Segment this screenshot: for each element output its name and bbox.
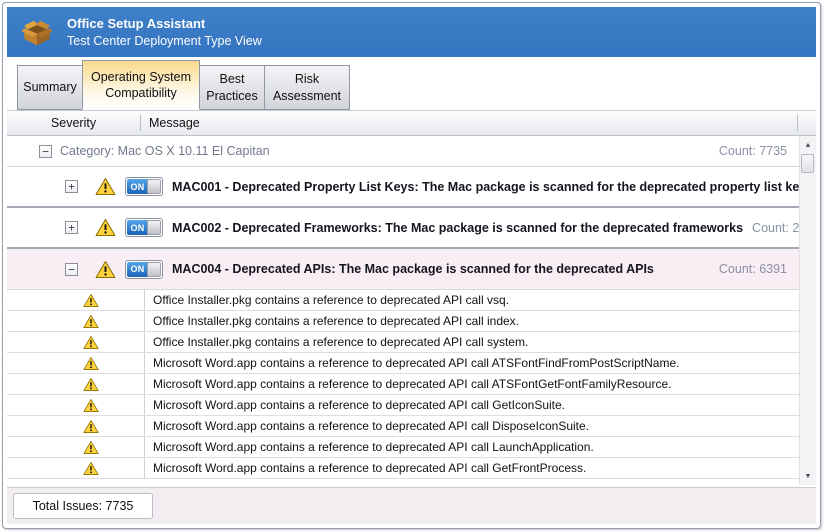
status-bar: Total Issues: 7735 — [7, 487, 816, 524]
warning-triangle-icon — [83, 377, 99, 392]
rule-count: Count: 22 — [752, 221, 799, 235]
collapse-icon[interactable]: − — [39, 145, 52, 158]
column-header-severity[interactable]: Severity — [7, 116, 140, 130]
tab-summary[interactable]: Summary — [17, 65, 83, 110]
warning-triangle-icon — [83, 440, 99, 455]
rule-on-off-toggle[interactable]: ON — [125, 218, 163, 237]
total-issues-badge: Total Issues: 7735 — [13, 493, 153, 519]
issue-message: Microsoft Word.app contains a reference … — [153, 440, 594, 454]
issue-message: Microsoft Word.app contains a reference … — [153, 377, 671, 391]
tab-operating-system-compatibility[interactable]: Operating System Compatibility — [82, 60, 200, 110]
category-count: Count: 7735 — [719, 144, 799, 158]
issue-message: Microsoft Word.app contains a reference … — [153, 461, 586, 475]
rule-title: MAC004 - Deprecated APIs: The Mac packag… — [172, 262, 654, 276]
toggle-on-label: ON — [127, 220, 148, 235]
issue-message: Microsoft Word.app contains a reference … — [153, 398, 565, 412]
warning-triangle-icon — [83, 293, 99, 308]
issue-severity-cell — [7, 290, 144, 310]
toggle-knob[interactable] — [147, 220, 161, 235]
scroll-down-icon[interactable]: ▼ — [800, 468, 816, 484]
issue-row[interactable]: Microsoft Word.app contains a reference … — [7, 416, 799, 437]
issue-row[interactable]: Microsoft Word.app contains a reference … — [7, 437, 799, 458]
tab-best-practices[interactable]: Best Practices — [199, 65, 265, 110]
issue-message: Office Installer.pkg contains a referenc… — [153, 314, 519, 328]
issue-severity-cell — [7, 311, 144, 331]
expander-icon[interactable]: + — [65, 221, 78, 234]
toggle-knob[interactable] — [147, 179, 161, 194]
tab-label: Operating System Compatibility — [88, 69, 194, 102]
rule-title: MAC001 - Deprecated Property List Keys: … — [172, 180, 799, 194]
issue-row[interactable]: Office Installer.pkg contains a referenc… — [7, 290, 799, 311]
issue-row[interactable]: Microsoft Word.app contains a reference … — [7, 395, 799, 416]
rows: − Category: Mac OS X 10.11 El Capitan Co… — [7, 136, 799, 485]
issue-message-cell: Microsoft Word.app contains a reference … — [144, 395, 799, 415]
issue-severity-cell — [7, 374, 144, 394]
issue-severity-cell — [7, 332, 144, 352]
rule-row[interactable]: + ON MAC002 - Deprecated Frameworks: The… — [7, 208, 799, 249]
toggle-on-label: ON — [127, 179, 148, 194]
warning-triangle-icon — [83, 419, 99, 434]
issue-severity-cell — [7, 353, 144, 373]
rule-row[interactable]: + ON MAC001 - Deprecated Property List K… — [7, 167, 799, 208]
issue-row[interactable]: Microsoft Word.app contains a reference … — [7, 353, 799, 374]
tab-risk-assessment[interactable]: Risk Assessment — [264, 65, 350, 110]
warning-triangle-icon — [95, 218, 116, 237]
expander-icon[interactable]: + — [65, 180, 78, 193]
issue-message: Microsoft Word.app contains a reference … — [153, 419, 589, 433]
warning-triangle-icon — [83, 398, 99, 413]
open-package-box-icon — [19, 16, 55, 48]
issue-message: Office Installer.pkg contains a referenc… — [153, 293, 509, 307]
issue-severity-cell — [7, 458, 144, 478]
category-row[interactable]: − Category: Mac OS X 10.11 El Capitan Co… — [7, 136, 799, 167]
column-divider — [797, 115, 798, 131]
rule-count: Count: 6391 — [719, 262, 799, 276]
tab-label: Risk Assessment — [270, 71, 344, 104]
scrollbar-thumb[interactable] — [801, 154, 814, 173]
issue-message-cell: Microsoft Word.app contains a reference … — [144, 353, 799, 373]
warning-triangle-icon — [95, 260, 116, 279]
tab-label: Summary — [23, 79, 76, 95]
issue-message-cell: Microsoft Word.app contains a reference … — [144, 374, 799, 394]
issue-message: Office Installer.pkg contains a referenc… — [153, 335, 528, 349]
title-bar: Office Setup Assistant Test Center Deplo… — [7, 7, 816, 57]
issue-severity-cell — [7, 416, 144, 436]
issue-message-cell: Office Installer.pkg contains a referenc… — [144, 332, 799, 352]
issue-severity-cell — [7, 437, 144, 457]
app-window: Office Setup Assistant Test Center Deplo… — [2, 2, 821, 529]
tab-label: Best Practices — [205, 71, 259, 104]
warning-triangle-icon — [83, 461, 99, 476]
expander-icon[interactable]: − — [65, 263, 78, 276]
column-header-message[interactable]: Message — [141, 116, 797, 130]
warning-triangle-icon — [95, 177, 116, 196]
issue-message-cell: Office Installer.pkg contains a referenc… — [144, 311, 799, 331]
toggle-knob[interactable] — [147, 262, 161, 277]
column-header-row: Severity Message — [7, 110, 816, 136]
title-block: Office Setup Assistant Test Center Deplo… — [67, 16, 262, 48]
rule-on-off-toggle[interactable]: ON — [125, 177, 163, 196]
app-subtitle: Test Center Deployment Type View — [67, 34, 262, 48]
rule-row[interactable]: − ON MAC004 - Deprecated APIs: The Mac p… — [7, 249, 799, 290]
issue-severity-cell — [7, 395, 144, 415]
app-title: Office Setup Assistant — [67, 16, 262, 31]
issue-row[interactable]: Office Installer.pkg contains a referenc… — [7, 311, 799, 332]
issue-message-cell: Office Installer.pkg contains a referenc… — [144, 290, 799, 310]
issue-row[interactable]: Office Installer.pkg contains a referenc… — [7, 332, 799, 353]
rule-on-off-toggle[interactable]: ON — [125, 260, 163, 279]
category-label: Category: Mac OS X 10.11 El Capitan — [60, 144, 270, 158]
issue-message: Microsoft Word.app contains a reference … — [153, 356, 679, 370]
issue-row[interactable]: Microsoft Word.app contains a reference … — [7, 458, 799, 479]
tab-bar: Summary Operating System Compatibility B… — [7, 57, 816, 110]
issue-message-cell: Microsoft Word.app contains a reference … — [144, 416, 799, 436]
vertical-scrollbar[interactable]: ▲ ▼ — [799, 136, 816, 485]
warning-triangle-icon — [83, 356, 99, 371]
issue-message-cell: Microsoft Word.app contains a reference … — [144, 437, 799, 457]
scroll-up-icon[interactable]: ▲ — [800, 137, 816, 153]
issue-message-cell: Microsoft Word.app contains a reference … — [144, 458, 799, 478]
warning-triangle-icon — [83, 314, 99, 329]
rule-title: MAC002 - Deprecated Frameworks: The Mac … — [172, 221, 743, 235]
issue-row[interactable]: Microsoft Word.app contains a reference … — [7, 374, 799, 395]
warning-triangle-icon — [83, 335, 99, 350]
toggle-on-label: ON — [127, 262, 148, 277]
results-grid: − Category: Mac OS X 10.11 El Capitan Co… — [7, 136, 816, 485]
